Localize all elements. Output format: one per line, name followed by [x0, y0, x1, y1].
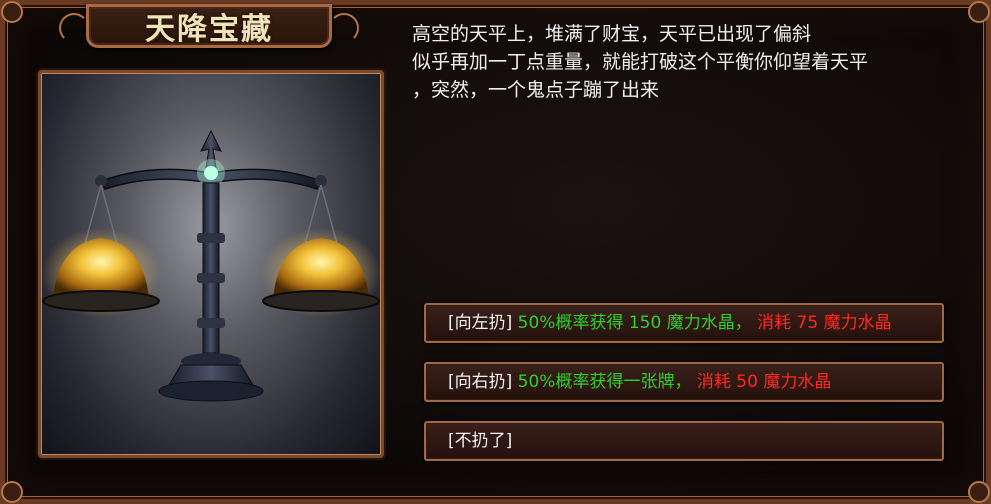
option-cost: 消耗 75 魔力水晶	[757, 313, 892, 333]
page-title: 天降宝藏	[145, 12, 273, 47]
event-illustration	[38, 70, 384, 458]
title-plate: 天降宝藏	[59, 4, 359, 48]
option-gain: 50%概率获得一张牌，	[517, 372, 692, 392]
corner-ornament	[1, 1, 23, 23]
option-throw-right-button[interactable]: [向右扔] 50%概率获得一张牌， 消耗 50 魔力水晶	[424, 362, 944, 402]
scroll-ornament-icon	[329, 13, 359, 43]
corner-ornament	[968, 481, 990, 503]
scroll-ornament-icon	[59, 13, 89, 43]
option-dont-throw-button[interactable]: [不扔了]	[424, 421, 944, 461]
option-label: [向右扔]	[448, 372, 513, 392]
option-cost: 消耗 50 魔力水晶	[696, 372, 832, 392]
corner-ornament	[1, 481, 23, 503]
option-label: [不扔了]	[448, 431, 513, 451]
story-line: ，突然，一个鬼点子蹦了出来	[412, 79, 660, 101]
story-line: 高空的天平上，堆满了财宝，天平已出现了偏斜	[412, 23, 812, 45]
option-gain: 50%概率获得 150 魔力水晶，	[517, 313, 752, 333]
option-label: [向左扔]	[448, 313, 513, 333]
event-description: 高空的天平上，堆满了财宝，天平已出现了偏斜 似乎再加一丁点重量，就能打破这个平衡…	[412, 20, 987, 104]
scale-of-treasure-icon	[41, 129, 381, 402]
option-throw-left-button[interactable]: [向左扔] 50%概率获得 150 魔力水晶， 消耗 75 魔力水晶	[424, 303, 944, 343]
story-line: 似乎再加一丁点重量，就能打破这个平衡你仰望着天平	[412, 51, 869, 73]
